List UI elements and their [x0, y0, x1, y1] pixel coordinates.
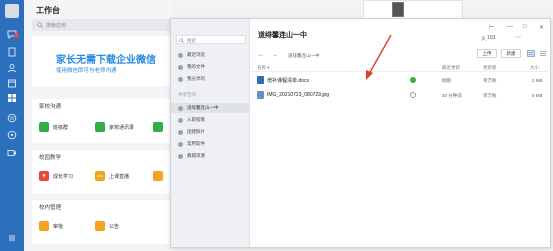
image-file-icon [257, 91, 264, 99]
file-name: IMG_20210723_080729.jpg [267, 92, 329, 98]
background-window [363, 0, 463, 20]
banner-headline: 家长无需下载企业微信 [56, 55, 156, 66]
file-table-header: 名称 ▾ 最近更新 更新者 大小 [251, 63, 551, 72]
app-more[interactable] [153, 122, 167, 132]
app-more[interactable] [153, 171, 167, 181]
list-view-icon[interactable] [527, 50, 535, 57]
promo-banner[interactable]: 家长无需下载企业微信 使用微信即可与老师沟通 [32, 36, 192, 86]
disk-icon[interactable] [7, 130, 17, 140]
unread-badge [14, 33, 19, 38]
drive-main: ⊢ — □ ✕ 道绯馨连山一中 103 ⋯ ← → 道绯馨连山一中 上传 新建 … [251, 19, 551, 247]
workbench-icon[interactable] [7, 93, 17, 103]
contacts-book-icon [95, 122, 105, 132]
star-icon: ★ [39, 171, 49, 181]
clock-icon [178, 52, 183, 58]
wedrive-icon[interactable]: W [7, 113, 17, 123]
sidebar-item-recent[interactable]: 最近浏览 [171, 50, 250, 60]
member-icon [481, 35, 486, 41]
section-title: 校园教学 [39, 155, 62, 161]
column-updater[interactable]: 更新者 [483, 65, 497, 71]
banner-subline: 使用微信即可与老师沟通 [56, 68, 117, 74]
live-icon: LIVE [95, 171, 105, 181]
space-icon [178, 117, 183, 123]
table-row[interactable]: 增补课程清单.docx 刚刚 单万秋 2 MB [251, 73, 551, 87]
sidebar-item-onboarding[interactable]: 入职指南 [171, 115, 250, 125]
back-icon[interactable]: ← [258, 52, 264, 58]
close-icon[interactable]: ✕ [539, 24, 544, 31]
space-icon [178, 105, 183, 111]
forward-icon[interactable]: → [272, 52, 278, 58]
avatar[interactable] [5, 4, 19, 18]
menu-icon[interactable] [7, 233, 17, 243]
app-contacts[interactable]: 家校通讯录 [95, 122, 134, 132]
contacts-icon[interactable] [7, 63, 17, 73]
new-button[interactable]: 新建 [501, 49, 521, 58]
sidebar-item-shared-by-me[interactable]: 我分享的 [171, 74, 250, 84]
section-title: 家校沟通 [39, 104, 62, 110]
wedrive-window: 搜索 最近浏览 我的文件 我分享的 共享空间 道绯馨连山一中 入职指南 团建照片 [170, 18, 551, 248]
column-updated[interactable]: 最近更新 [442, 65, 460, 71]
column-size[interactable]: 大小 [530, 65, 539, 71]
upload-button[interactable]: 上传 [477, 49, 497, 58]
member-count[interactable]: 103 [481, 35, 495, 41]
space-title: 道绯馨连山一中 [258, 32, 307, 39]
more-icon[interactable]: ⋯ [515, 34, 521, 41]
app-search-input[interactable]: 搜索应用 [32, 19, 192, 31]
approval-icon [39, 221, 49, 231]
table-row[interactable]: IMG_20210723_080729.jpg 20 分钟前 单万秋 8 MB [251, 88, 551, 102]
window-thumbnail [392, 2, 404, 17]
section-title: 校内管理 [39, 205, 62, 211]
shared-section-label: 共享空间 [178, 92, 196, 97]
sidebar-item-software[interactable]: 常用软件 [171, 139, 250, 149]
search-placeholder: 搜索应用 [46, 23, 67, 29]
space-icon [178, 153, 183, 159]
left-rail: W [0, 0, 24, 251]
calendar-icon[interactable] [7, 78, 17, 88]
meeting-icon[interactable] [7, 148, 17, 158]
app-live-class[interactable]: LIVE 上课直播 [95, 171, 129, 181]
app-approval[interactable]: 审批 [39, 221, 63, 231]
space-icon [178, 141, 183, 147]
megaphone-icon [95, 221, 105, 231]
sidebar-item-resources[interactable]: 教辅资源 [171, 151, 250, 161]
chat-icon [153, 122, 163, 132]
docx-file-icon [257, 76, 264, 84]
app-growth-learning[interactable]: ★ 成长学习 [39, 171, 73, 181]
maximize-icon[interactable]: □ [523, 24, 527, 30]
svg-text:W: W [10, 116, 15, 122]
workbench-title: 工作台 [36, 6, 60, 15]
section-card-teaching: 校园教学 ★ 成长学习 LIVE 上课直播 [32, 150, 192, 194]
sidebar-item-my-files[interactable]: 我的文件 [171, 62, 250, 72]
search-icon [179, 37, 184, 43]
grid-view-icon[interactable] [539, 50, 547, 57]
section-card-home-school: 家校沟通 班级群 家校通讯录 [32, 99, 192, 143]
pin-icon[interactable]: ⊢ [489, 24, 494, 31]
doc-icon[interactable] [7, 47, 17, 57]
app-class-group[interactable]: 班级群 [39, 122, 68, 132]
app-icon [153, 171, 163, 181]
sidebar-item-space-school[interactable]: 道绯馨连山一中 [171, 103, 250, 113]
drive-search-input[interactable]: 搜索 [176, 35, 246, 44]
minimize-icon[interactable]: — [507, 24, 513, 30]
workbench-panel: 工作台 搜索应用 家长无需下载企业微信 使用微信即可与老师沟通 家校沟通 班级群… [24, 0, 192, 251]
class-group-icon [39, 122, 49, 132]
column-name[interactable]: 名称 ▾ [257, 65, 270, 71]
app-announcement[interactable]: 公告 [95, 221, 119, 231]
space-icon [178, 129, 183, 135]
section-card-management: 校内管理 审批 公告 [32, 200, 192, 244]
file-name: 增补课程清单.docx [267, 78, 309, 84]
sync-status-icon [410, 92, 416, 98]
breadcrumb[interactable]: 道绯馨连山一中 [288, 53, 320, 59]
drive-sidebar: 搜索 最近浏览 我的文件 我分享的 共享空间 道绯馨连山一中 入职指南 团建照片 [171, 19, 250, 247]
share-icon [178, 76, 183, 82]
synced-check-icon [410, 77, 416, 83]
search-icon [37, 22, 43, 28]
folder-icon [178, 64, 183, 70]
sidebar-item-team-photos[interactable]: 团建照片 [171, 127, 250, 137]
